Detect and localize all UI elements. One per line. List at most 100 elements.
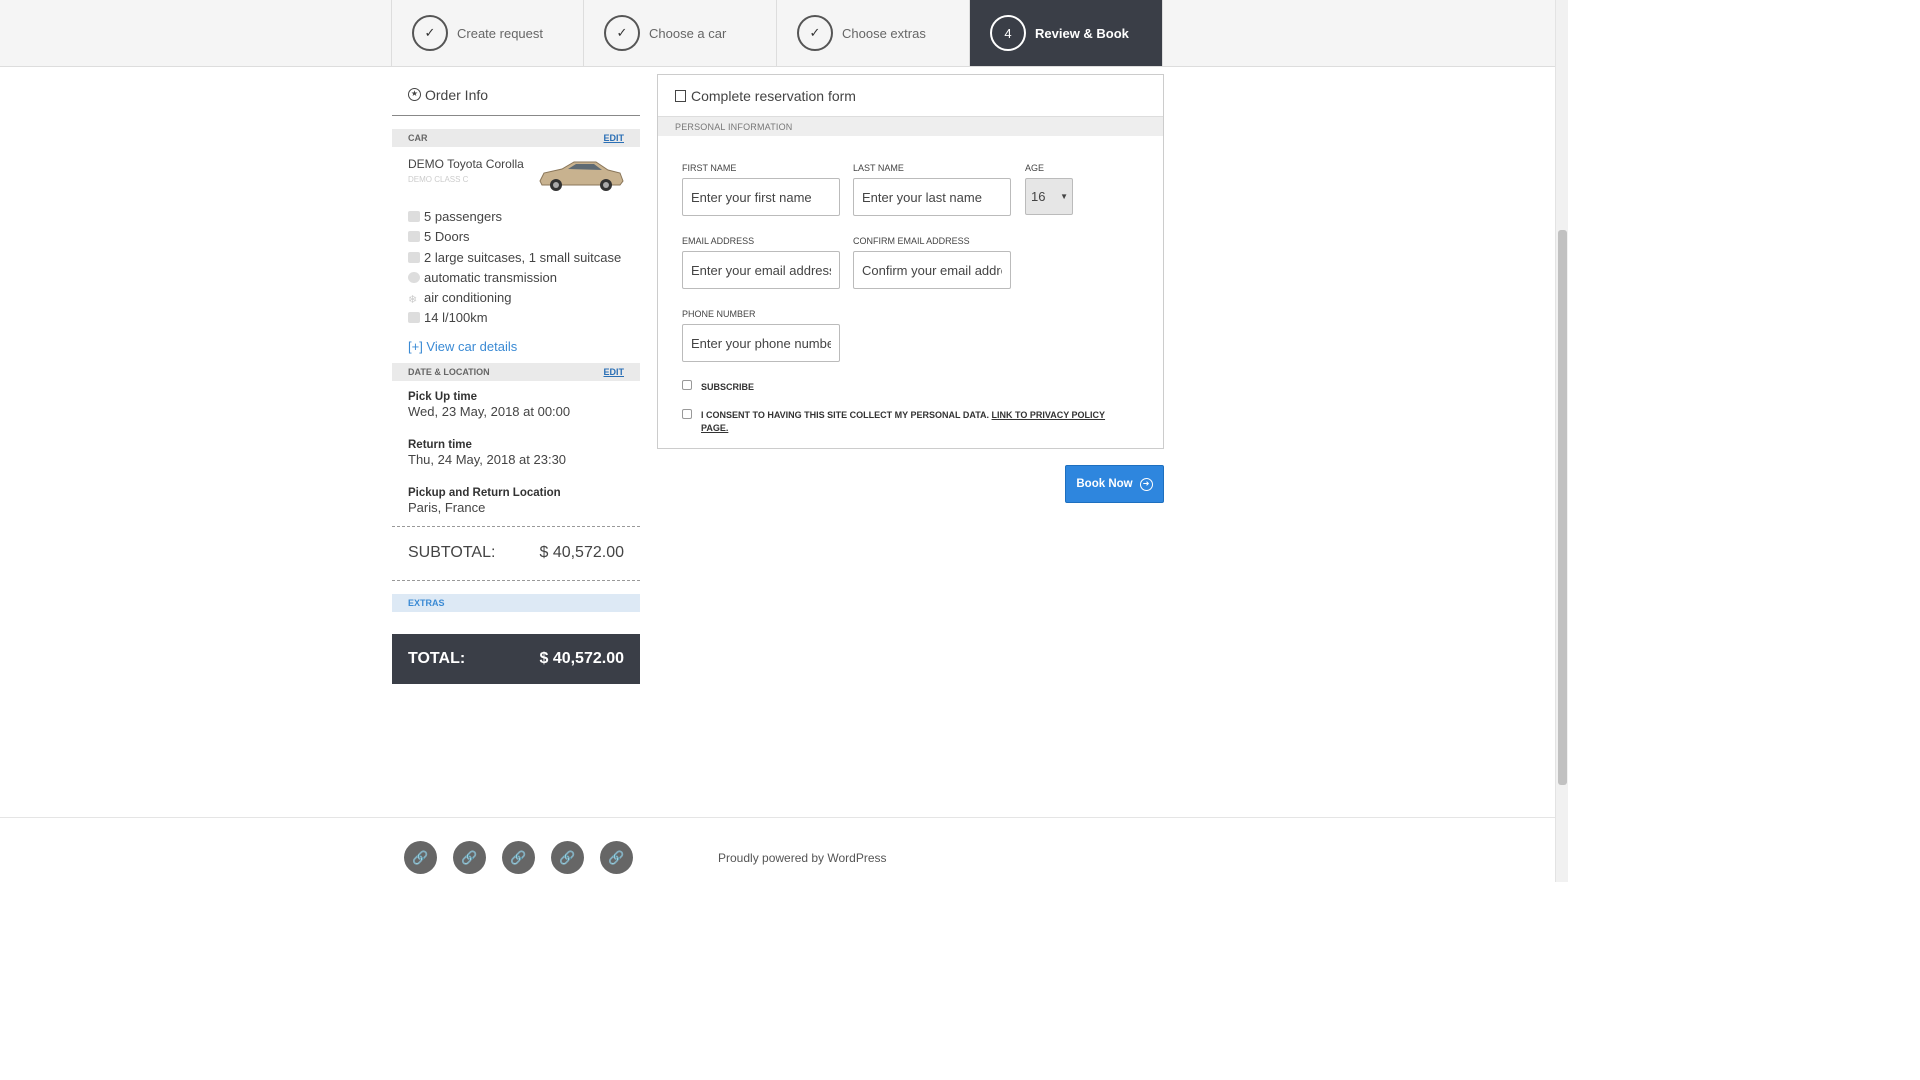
footer-divider — [0, 817, 1555, 818]
confirm-email-label: CONFIRM EMAIL ADDRESS — [853, 236, 970, 246]
suitcase-icon — [408, 251, 420, 263]
date-location-label: DATE & LOCATION — [408, 366, 490, 377]
star-circle-icon: ★ — [408, 88, 421, 101]
doors-icon — [408, 231, 420, 243]
step-label: Review & Book — [1035, 25, 1129, 41]
form-title-text: Complete reservation form — [691, 87, 856, 104]
step-number: 4 — [990, 15, 1026, 51]
age-value: 16 — [1031, 189, 1046, 204]
return-time-label: Return time — [408, 438, 472, 451]
transmission-icon — [408, 271, 420, 283]
location-value: Paris, France — [408, 499, 486, 515]
email-label: EMAIL ADDRESS — [682, 236, 755, 246]
date-location-header: DATE & LOCATION EDIT — [392, 362, 640, 381]
social-links: 🔗 🔗 🔗 🔗 🔗 — [404, 841, 633, 874]
location-label: Pickup and Return Location — [408, 486, 561, 499]
link-icon[interactable]: 🔗 — [404, 841, 437, 874]
first-name-label: FIRST NAME — [682, 163, 737, 173]
snowflake-icon: ❄ — [408, 294, 418, 307]
powered-by-link[interactable]: Proudly powered by WordPress — [718, 851, 887, 865]
car-section-label: CAR — [408, 133, 428, 143]
total-row: TOTAL: $ 40,572.00 — [392, 633, 640, 684]
car-features-list: 5 passengers 5 Doors 2 large suitcases, … — [392, 197, 640, 329]
feature-luggage: 2 large suitcases, 1 small suitcase — [408, 248, 624, 268]
feature-passengers: 5 passengers — [408, 207, 624, 227]
total-label: TOTAL: — [408, 649, 466, 667]
step-choose-car[interactable]: ✓ Choose a car — [584, 0, 777, 66]
step-review-book[interactable]: 4 Review & Book — [970, 0, 1163, 66]
edit-car-link[interactable]: EDIT — [603, 133, 624, 143]
link-icon[interactable]: 🔗 — [453, 841, 486, 874]
email-group: EMAIL ADDRESS — [682, 236, 840, 289]
order-info-label: Order Info — [425, 86, 489, 103]
link-icon[interactable]: 🔗 — [551, 841, 584, 874]
order-info-sidebar: ★ Order Info CAR EDIT DEMO Toyota Coroll… — [392, 74, 640, 684]
return-time-value: Thu, 24 May, 2018 at 23:30 — [408, 451, 567, 467]
consent-label: I CONSENT TO HAVING THIS SITE COLLECT MY… — [701, 410, 990, 420]
personal-info-header: PERSONAL INFORMATION — [658, 117, 1163, 136]
total-value: $ 40,572.00 — [539, 649, 624, 667]
date-location-details: Pick Up time Wed, 23 May, 2018 at 00:00 … — [392, 381, 640, 515]
check-icon: ✓ — [604, 15, 640, 51]
subtotal-row: SUBTOTAL: $ 40,572.00 — [392, 525, 640, 581]
subtotal-value: $ 40,572.00 — [539, 544, 624, 562]
form-title: Complete reservation form — [658, 75, 1163, 117]
booking-steps: ✓ Create request ✓ Choose a car ✓ Choose… — [0, 0, 1555, 67]
consent-text: I CONSENT TO HAVING THIS SITE COLLECT MY… — [701, 409, 1122, 435]
subscribe-checkbox[interactable] — [682, 380, 692, 390]
consent-checkbox[interactable] — [682, 409, 692, 419]
pickup-time-label: Pick Up time — [408, 390, 478, 403]
step-label: Create request — [457, 25, 543, 41]
confirm-email-group: CONFIRM EMAIL ADDRESS — [853, 236, 1011, 289]
check-icon: ✓ — [412, 15, 448, 51]
age-group: AGE 16 ▼ — [1025, 163, 1073, 215]
edit-date-link[interactable]: EDIT — [603, 367, 624, 377]
check-icon: ✓ — [797, 15, 833, 51]
feature-fuel: 14 l/100km — [408, 308, 624, 328]
confirm-email-input[interactable] — [853, 251, 1011, 289]
fuel-icon — [408, 312, 420, 324]
feature-transmission: automatic transmission — [408, 268, 624, 288]
car-section-header: CAR EDIT — [392, 129, 640, 147]
last-name-input[interactable] — [853, 178, 1011, 216]
extras-header: EXTRAS — [392, 593, 640, 612]
subscribe-option: SUBSCRIBE — [682, 380, 754, 392]
first-name-input[interactable] — [682, 178, 840, 216]
car-image — [539, 161, 624, 191]
step-choose-extras[interactable]: ✓ Choose extras — [777, 0, 970, 66]
link-icon[interactable]: 🔗 — [502, 841, 535, 874]
email-input[interactable] — [682, 251, 840, 289]
feature-doors: 5 Doors — [408, 227, 624, 247]
phone-label: PHONE NUMBER — [682, 309, 756, 319]
scrollbar-thumb[interactable] — [1558, 230, 1567, 785]
subscribe-label: SUBSCRIBE — [701, 382, 755, 392]
reservation-form: Complete reservation form PERSONAL INFOR… — [657, 74, 1164, 449]
dropdown-arrow-icon: ▼ — [1060, 192, 1068, 201]
order-info-title: ★ Order Info — [392, 74, 640, 116]
last-name-label: LAST NAME — [853, 163, 904, 173]
step-label: Choose a car — [649, 25, 727, 41]
view-car-details-link[interactable]: [+] View car details — [392, 329, 640, 363]
consent-option: I CONSENT TO HAVING THIS SITE COLLECT MY… — [682, 409, 1122, 435]
arrow-right-circle-icon: ➜ — [1139, 477, 1153, 491]
age-select[interactable]: 16 ▼ — [1025, 178, 1073, 215]
last-name-group: LAST NAME — [853, 163, 1011, 216]
feature-ac: ❄ air conditioning — [408, 290, 512, 307]
form-list-icon — [675, 89, 686, 102]
book-now-button[interactable]: Book Now ➜ — [1065, 465, 1164, 503]
book-now-label: Book Now — [1076, 478, 1133, 490]
car-class: DEMO CLASS C — [408, 175, 469, 184]
step-create-request[interactable]: ✓ Create request — [391, 0, 584, 66]
car-name: DEMO Toyota Corolla — [408, 157, 524, 171]
age-label: AGE — [1025, 163, 1045, 173]
phone-group: PHONE NUMBER — [682, 309, 840, 362]
pickup-time-value: Wed, 23 May, 2018 at 00:00 — [408, 403, 571, 419]
page-scrollbar[interactable] — [1555, 0, 1568, 882]
subtotal-label: SUBTOTAL: — [408, 544, 496, 562]
step-label: Choose extras — [842, 25, 926, 41]
passengers-icon — [408, 211, 420, 222]
first-name-group: FIRST NAME — [682, 163, 840, 216]
phone-input[interactable] — [682, 324, 840, 362]
car-summary: DEMO Toyota Corolla DEMO CLASS C — [392, 157, 640, 197]
link-icon[interactable]: 🔗 — [600, 841, 633, 874]
